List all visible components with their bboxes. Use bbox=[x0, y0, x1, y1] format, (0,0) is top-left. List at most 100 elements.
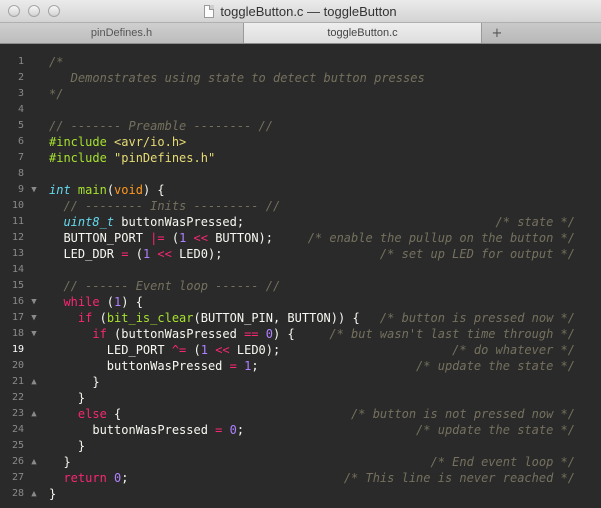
line-number: 7 bbox=[17, 152, 24, 163]
code-editor[interactable]: 1/* 2 Demonstrates using state to detect … bbox=[0, 44, 601, 508]
code-line[interactable]: 8 bbox=[0, 166, 601, 182]
fold-close-icon[interactable]: ▲ bbox=[29, 374, 39, 390]
line-number: 28 bbox=[11, 488, 24, 499]
code-line[interactable]: 27 return 0; /* This line is never reache… bbox=[0, 470, 601, 486]
line-number: 14 bbox=[11, 264, 24, 275]
code-text: int main(void) { bbox=[49, 182, 165, 198]
line-number: 6 bbox=[17, 136, 24, 147]
code-line[interactable]: 17 ▼ if (bit_is_clear(BUTTON_PIN, BUTTON)… bbox=[0, 310, 601, 326]
fold-open-icon[interactable]: ▼ bbox=[29, 294, 39, 310]
code-line[interactable]: 3 */ bbox=[0, 86, 601, 102]
code-line[interactable]: 16 ▼ while (1) { bbox=[0, 294, 601, 310]
code-token: } bbox=[49, 439, 86, 453]
code-line[interactable]: 2 Demonstrates using state to detect but… bbox=[0, 70, 601, 86]
line-number: 17 bbox=[11, 312, 24, 323]
code-line[interactable]: 23 ▲ else {/* button is not pressed now *… bbox=[0, 406, 601, 422]
code-token: |= bbox=[150, 231, 165, 245]
code-token: bit_is_clear bbox=[106, 311, 194, 325]
code-line[interactable]: 26 ▲ } /* End event loop */ bbox=[0, 454, 601, 470]
code-text: // ------ Event loop ------ // bbox=[49, 278, 280, 294]
fold-open-icon[interactable]: ▼ bbox=[29, 326, 39, 342]
code-token: << bbox=[193, 231, 208, 245]
inline-comment: /* End event loop */ bbox=[430, 455, 576, 469]
fold-open-icon[interactable]: ▼ bbox=[29, 182, 39, 198]
code-line[interactable]: 6 #include <avr/io.h> bbox=[0, 134, 601, 150]
line-number: 5 bbox=[17, 120, 24, 131]
code-text: BUTTON_PORT |= (1 << BUTTON); bbox=[49, 230, 273, 246]
fold-close-icon[interactable]: ▲ bbox=[29, 454, 39, 470]
line-number: 1 bbox=[17, 56, 24, 67]
code-token: 1 bbox=[200, 343, 208, 357]
line-number: 21 bbox=[11, 376, 24, 387]
code-token: // ------- Preamble -------- // bbox=[49, 119, 273, 133]
code-line[interactable]: 7 #include "pinDefines.h" bbox=[0, 150, 601, 166]
code-line[interactable]: 28 ▲} bbox=[0, 486, 601, 502]
code-line[interactable]: 24 buttonWasPressed = 0; /* update the st… bbox=[0, 422, 601, 438]
line-number: 3 bbox=[17, 88, 24, 99]
code-line[interactable]: 18 ▼ if (buttonWasPressed == 0) {/* but w… bbox=[0, 326, 601, 342]
code-line[interactable]: 10 // -------- Inits --------- // bbox=[0, 198, 601, 214]
code-text: } bbox=[49, 486, 56, 502]
code-text: uint8_t buttonWasPressed; bbox=[49, 214, 244, 230]
code-line[interactable]: 5 // ------- Preamble -------- // bbox=[0, 118, 601, 134]
code-line[interactable]: 11 uint8_t buttonWasPressed; /* state */ bbox=[0, 214, 601, 230]
code-token: << bbox=[157, 247, 172, 261]
code-text: #include <avr/io.h> bbox=[49, 134, 186, 150]
code-text: LED_DDR = (1 << LED0); bbox=[49, 246, 222, 262]
code-line[interactable]: 25 } bbox=[0, 438, 601, 454]
tab-pindefines-h[interactable]: pinDefines.h bbox=[0, 23, 244, 43]
code-token: == bbox=[244, 327, 259, 341]
tab-bar: pinDefines.h toggleButton.c + bbox=[0, 23, 601, 44]
code-text: } bbox=[49, 454, 71, 470]
code-line[interactable]: 14 bbox=[0, 262, 601, 278]
line-number: 2 bbox=[17, 72, 24, 83]
code-line[interactable]: 4 bbox=[0, 102, 601, 118]
line-number: 25 bbox=[11, 440, 24, 451]
fold-close-icon[interactable]: ▲ bbox=[29, 486, 39, 502]
code-token: ) { bbox=[121, 295, 143, 309]
line-number: 9 bbox=[17, 184, 24, 195]
new-tab-icon[interactable]: + bbox=[482, 23, 512, 43]
code-token: int bbox=[49, 183, 78, 197]
code-line[interactable]: 22 } bbox=[0, 390, 601, 406]
inline-comment: /* This line is never reached */ bbox=[343, 471, 575, 485]
code-token: ; bbox=[121, 471, 129, 485]
code-line[interactable]: 21 ▲ } bbox=[0, 374, 601, 390]
code-token: } bbox=[49, 455, 71, 469]
code-token: void bbox=[114, 183, 143, 197]
inline-comment: /* enable the pullup on the button */ bbox=[307, 231, 575, 245]
code-line[interactable]: 1 /* bbox=[0, 54, 601, 70]
fold-open-icon[interactable]: ▼ bbox=[29, 310, 39, 326]
code-token: */ bbox=[49, 87, 64, 101]
code-token: (BUTTON_PIN, BUTTON)) { bbox=[193, 311, 360, 325]
tab-togglebutton-c[interactable]: toggleButton.c bbox=[244, 23, 482, 43]
code-text: while (1) { bbox=[49, 294, 143, 310]
code-line[interactable]: 13 LED_DDR = (1 << LED0); /* set up LED f… bbox=[0, 246, 601, 262]
code-token: BUTTON_PORT bbox=[49, 231, 151, 245]
code-token: if bbox=[49, 311, 100, 325]
code-line[interactable]: 20 buttonWasPressed = 1; /* update the st… bbox=[0, 358, 601, 374]
code-token: ; bbox=[251, 359, 259, 373]
code-line[interactable]: 15 // ------ Event loop ------ // bbox=[0, 278, 601, 294]
code-line[interactable]: 9 ▼ int main(void) { bbox=[0, 182, 601, 198]
code-text: Demonstrates using state to detect butto… bbox=[49, 70, 425, 86]
code-token: <avr/io.h> bbox=[114, 135, 187, 149]
inline-comment: /* but wasn't last time through */ bbox=[329, 327, 575, 341]
line-number: 13 bbox=[11, 248, 24, 259]
line-number: 8 bbox=[17, 168, 24, 179]
code-token: ( bbox=[128, 247, 143, 261]
code-line[interactable]: 19 LED_PORT ^= (1 << LED0); /* do whateve… bbox=[0, 342, 601, 358]
line-number: 27 bbox=[11, 472, 24, 483]
code-text: } bbox=[49, 390, 85, 406]
code-token: while bbox=[49, 295, 107, 309]
code-token: (buttonWasPressed bbox=[114, 327, 245, 341]
line-number: 22 bbox=[11, 392, 24, 403]
code-token: ( bbox=[164, 231, 180, 245]
code-token: #include bbox=[49, 135, 115, 149]
code-token: } bbox=[49, 375, 100, 389]
code-text: /* bbox=[49, 54, 63, 70]
code-token: << bbox=[215, 343, 230, 357]
fold-close-icon[interactable]: ▲ bbox=[29, 406, 39, 422]
code-line[interactable]: 12 BUTTON_PORT |= (1 << BUTTON); /* enabl… bbox=[0, 230, 601, 246]
